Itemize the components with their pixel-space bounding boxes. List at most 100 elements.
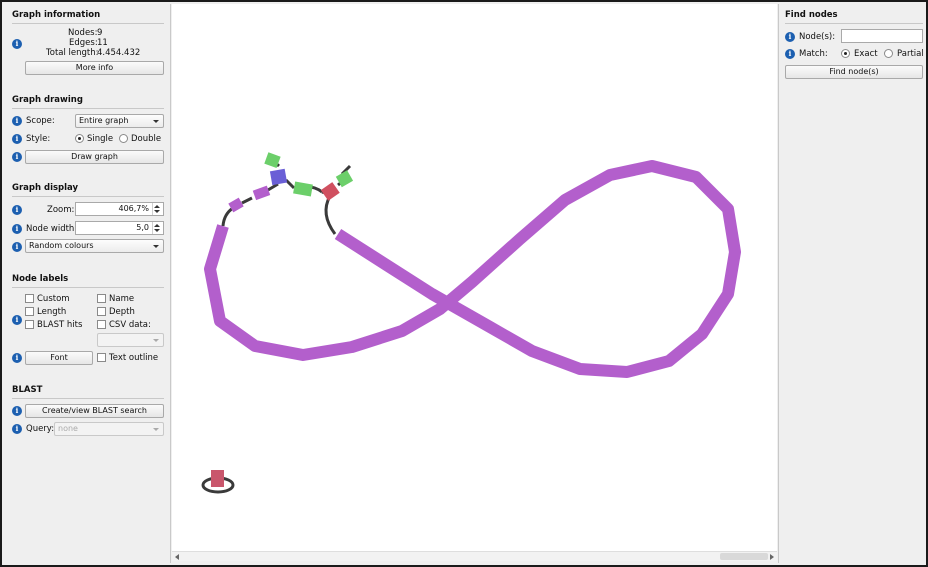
info-icon[interactable]: i	[12, 39, 22, 49]
info-icon[interactable]: i	[12, 205, 22, 215]
graph-edge	[284, 178, 296, 190]
match-partial-label: Partial	[897, 49, 924, 59]
node-width-value: 5,0	[136, 223, 149, 232]
spin-down-icon[interactable]	[154, 210, 160, 213]
graph-drawing[interactable]	[172, 4, 777, 551]
graph-node-main-loop[interactable]	[204, 160, 741, 378]
section-divider	[12, 23, 164, 24]
colour-scheme-dropdown[interactable]: Random colours	[25, 239, 164, 253]
info-icon[interactable]: i	[12, 406, 22, 416]
info-icon[interactable]: i	[12, 353, 22, 363]
graph-information-title: Graph information	[12, 10, 101, 20]
more-info-button[interactable]: More info	[25, 61, 164, 75]
query-value: none	[58, 424, 78, 433]
scope-dropdown[interactable]: Entire graph	[75, 114, 164, 128]
spin-up-icon[interactable]	[154, 224, 160, 227]
left-control-panel: Graph information i Nodes: 9 Edges: 11 T…	[4, 4, 171, 563]
graph-canvas[interactable]	[172, 4, 777, 551]
csv-data-dropdown[interactable]	[97, 333, 164, 347]
edges-count-label: Edges:	[69, 38, 98, 48]
info-icon[interactable]: i	[12, 424, 22, 434]
blast-title: BLAST	[12, 385, 43, 395]
scope-label: Scope:	[26, 116, 55, 126]
font-button[interactable]: Font	[25, 351, 93, 365]
info-icon[interactable]: i	[785, 49, 795, 59]
scroll-right-icon[interactable]	[770, 554, 774, 560]
section-divider	[785, 23, 923, 24]
find-nodes-button[interactable]: Find node(s)	[785, 65, 923, 79]
chevron-down-icon	[153, 245, 159, 248]
custom-checkbox[interactable]	[25, 294, 34, 303]
style-single-radio[interactable]	[75, 134, 84, 143]
info-icon[interactable]: i	[12, 152, 22, 162]
csv-data-checkbox[interactable]	[97, 320, 106, 329]
graph-display-title: Graph display	[12, 183, 79, 193]
section-divider	[12, 398, 164, 399]
section-divider	[12, 108, 164, 109]
match-exact-radio[interactable]	[841, 49, 850, 58]
csv-data-label: CSV data:	[109, 320, 151, 330]
match-exact-label: Exact	[854, 49, 878, 59]
graph-edge	[221, 206, 234, 227]
custom-label: Custom	[37, 294, 70, 304]
info-icon[interactable]: i	[12, 116, 22, 126]
style-double-radio[interactable]	[119, 134, 128, 143]
create-blast-search-button[interactable]: Create/view BLAST search	[25, 404, 164, 418]
style-double-label: Double	[131, 134, 162, 144]
length-label: Length	[37, 307, 67, 317]
zoom-label: Zoom:	[47, 205, 75, 215]
match-partial-radio[interactable]	[884, 49, 893, 58]
name-checkbox[interactable]	[97, 294, 106, 303]
zoom-value: 406,7%	[118, 204, 149, 213]
graph-node-purple[interactable]	[252, 185, 271, 201]
graph-edge	[241, 196, 253, 205]
draw-graph-button[interactable]: Draw graph	[25, 150, 164, 164]
graph-node-green[interactable]	[293, 181, 313, 197]
spinbox-divider	[152, 203, 153, 215]
text-outline-label: Text outline	[109, 353, 159, 363]
style-label: Style:	[26, 134, 51, 144]
graph-node-red[interactable]	[320, 182, 340, 201]
length-checkbox[interactable]	[25, 307, 34, 316]
graph-node-pink[interactable]	[211, 470, 224, 487]
blast-hits-label: BLAST hits	[37, 320, 83, 330]
query-label: Query:	[26, 424, 55, 434]
chevron-down-icon	[153, 339, 159, 342]
graph-edge	[324, 195, 337, 235]
spin-down-icon[interactable]	[154, 229, 160, 232]
blast-hits-checkbox[interactable]	[25, 320, 34, 329]
node-labels-title: Node labels	[12, 274, 69, 284]
find-nodes-title: Find nodes	[785, 10, 838, 20]
spin-up-icon[interactable]	[154, 205, 160, 208]
node-width-spinbox[interactable]: 5,0	[75, 221, 164, 235]
info-icon[interactable]: i	[12, 315, 22, 325]
find-nodes-input[interactable]	[841, 29, 923, 43]
text-outline-checkbox[interactable]	[97, 353, 106, 362]
horizontal-scrollbar[interactable]	[172, 551, 777, 561]
depth-label: Depth	[109, 307, 135, 317]
style-single-label: Single	[87, 134, 114, 144]
depth-checkbox[interactable]	[97, 307, 106, 316]
zoom-spinbox[interactable]: 406,7%	[75, 202, 164, 216]
info-icon[interactable]: i	[12, 224, 22, 234]
section-divider	[12, 287, 164, 288]
main-window: Graph information i Nodes: 9 Edges: 11 T…	[0, 0, 928, 567]
match-label: Match:	[799, 49, 828, 59]
scroll-left-icon[interactable]	[175, 554, 179, 560]
info-icon[interactable]: i	[785, 32, 795, 42]
colour-scheme-value: Random colours	[29, 241, 94, 250]
chevron-down-icon	[153, 120, 159, 123]
section-divider	[12, 196, 164, 197]
info-icon[interactable]: i	[12, 242, 22, 252]
spinbox-divider	[152, 222, 153, 234]
nodes-count-value: 9	[97, 28, 103, 38]
chevron-down-icon	[153, 428, 159, 431]
node-width-label: Node width:	[26, 224, 78, 234]
info-icon[interactable]: i	[12, 134, 22, 144]
total-length-value: 4.454.432	[97, 48, 141, 58]
scope-value: Entire graph	[79, 116, 129, 125]
query-dropdown[interactable]: none	[54, 422, 164, 436]
graph-node-blue[interactable]	[269, 168, 288, 186]
scrollbar-thumb[interactable]	[720, 553, 768, 560]
graph-drawing-title: Graph drawing	[12, 95, 83, 105]
